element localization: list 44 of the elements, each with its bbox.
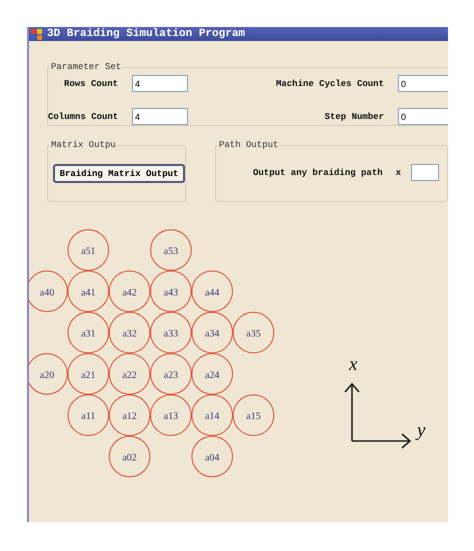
carrier-node: a22 xyxy=(108,353,150,395)
axes-drawing xyxy=(344,382,412,449)
group-title: Parameter Set xyxy=(50,62,122,72)
input-field[interactable] xyxy=(411,164,440,181)
field-label: Machine Cycles Count xyxy=(274,78,384,88)
input-field[interactable]: 0 xyxy=(398,108,448,125)
carrier-node: a02 xyxy=(108,436,150,478)
carrier-node: a20 xyxy=(29,353,68,395)
input-field[interactable]: 0 xyxy=(398,75,448,92)
carrier-node: a23 xyxy=(150,353,192,395)
carrier-node: a33 xyxy=(150,312,192,354)
output-button[interactable]: Braiding Matrix Output xyxy=(53,164,185,183)
field-label: Output any braiding path xyxy=(253,168,383,178)
carrier-node: a21 xyxy=(68,353,110,395)
app-icon xyxy=(31,28,42,40)
input-field[interactable]: 4 xyxy=(132,75,188,92)
carrier-node: a13 xyxy=(150,394,192,436)
carrier-node: a43 xyxy=(150,270,192,312)
carrier-node: a24 xyxy=(191,353,233,395)
carrier-node: a11 xyxy=(68,394,110,436)
carrier-node: a31 xyxy=(68,312,110,354)
axis-label: y xyxy=(417,420,426,441)
field-label: Step Number xyxy=(324,112,384,122)
carrier-node: a14 xyxy=(191,394,233,436)
carrier-node: a41 xyxy=(68,270,110,312)
carrier-node: a35 xyxy=(232,312,274,354)
carrier-node: a53 xyxy=(150,229,192,271)
group-title: Matrix Outpu xyxy=(50,140,117,150)
carrier-node: a12 xyxy=(108,394,150,436)
carrier-node: a44 xyxy=(191,270,233,312)
carrier-node: a40 xyxy=(29,270,68,312)
carrier-node: a04 xyxy=(191,436,233,478)
carrier-node: a15 xyxy=(232,394,274,436)
field-label: Rows Count xyxy=(62,78,118,88)
carrier-node: a32 xyxy=(108,312,150,354)
group-title: Path Output xyxy=(218,140,280,150)
carrier-node: a51 xyxy=(68,229,110,271)
carrier-node: a42 xyxy=(108,270,150,312)
field-label: Columns Count xyxy=(48,112,118,122)
input-field[interactable]: 4 xyxy=(132,108,188,125)
carrier-node: a34 xyxy=(191,312,233,354)
field-label: x xyxy=(396,168,402,178)
window-title: 3D Braiding Simulation Program xyxy=(47,28,246,40)
axis-label: x xyxy=(349,354,358,375)
